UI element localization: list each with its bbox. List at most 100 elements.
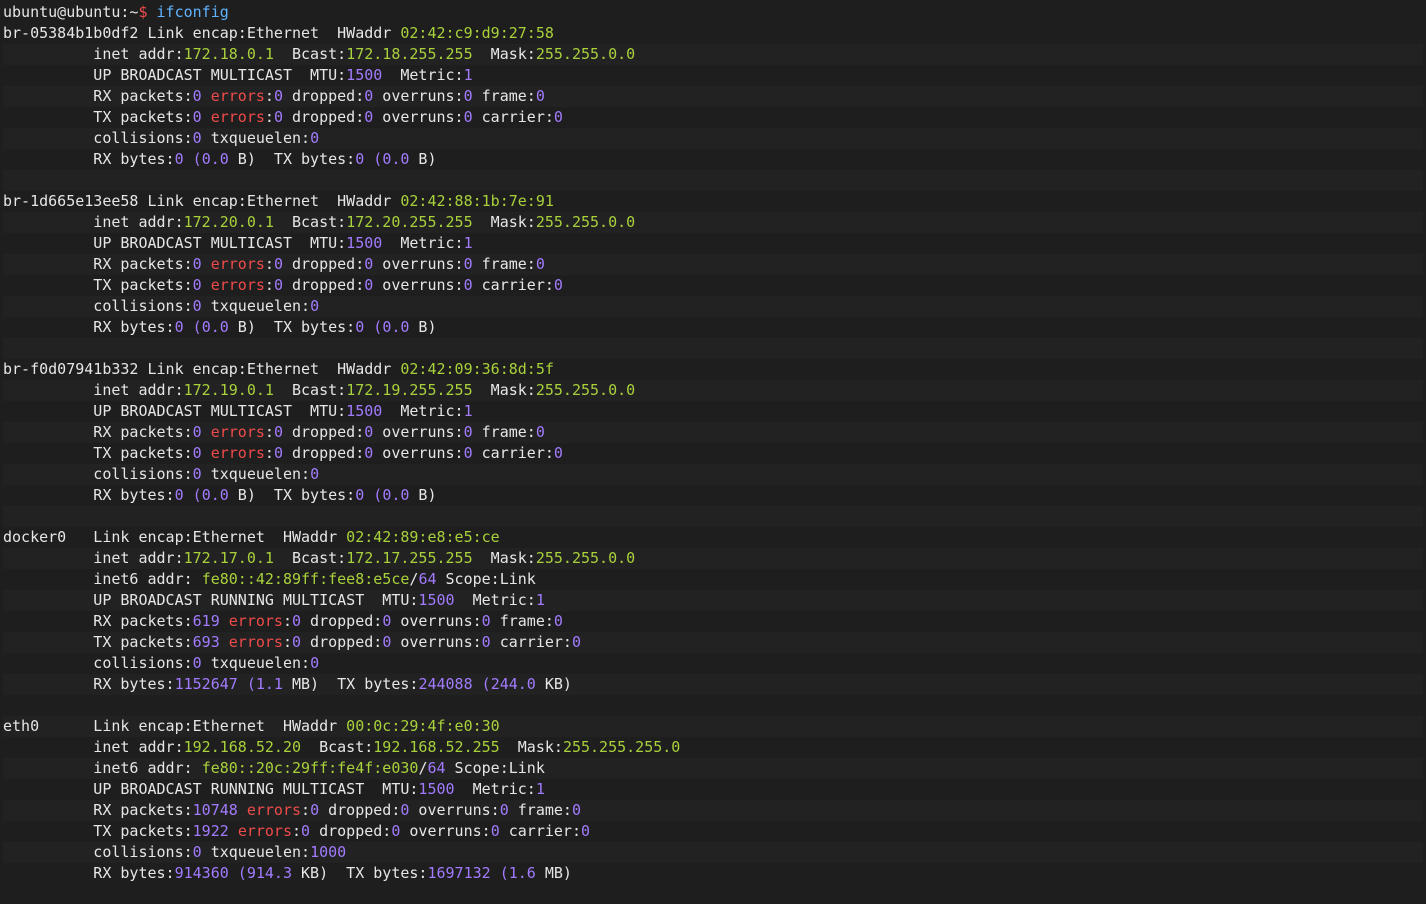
field-label: eth0 Link encap:Ethernet HWaddr — [3, 717, 347, 735]
field-label: inet6 addr: — [3, 759, 202, 777]
numeric-value: 0 — [535, 255, 545, 273]
field-label: : — [292, 822, 302, 840]
field-label: Metric: — [382, 402, 464, 420]
numeric-value: ( — [183, 150, 202, 168]
numeric-value: 0 — [364, 444, 374, 462]
field-label: carrier: — [472, 276, 554, 294]
output-line: collisions:0 txqueuelen:0 — [3, 128, 1423, 149]
field-label — [238, 801, 247, 819]
numeric-value: 0 — [192, 276, 202, 294]
field-label: Mask: — [472, 549, 536, 567]
field-label: docker0 Link encap:Ethernet HWaddr — [3, 528, 347, 546]
field-label: Scope:Link — [436, 570, 536, 588]
numeric-value: ( — [472, 675, 491, 693]
numeric-value: 0 — [355, 150, 365, 168]
output-line: collisions:0 txqueuelen:0 — [3, 653, 1423, 674]
address-value: 172.19.0.1 — [183, 381, 274, 399]
numeric-value: 1000 — [310, 843, 347, 861]
numeric-value: 0.0 — [382, 318, 410, 336]
numeric-value: 0 — [273, 276, 283, 294]
errors-label: errors — [228, 633, 283, 651]
numeric-value: 0 — [481, 633, 491, 651]
field-label: overruns: — [373, 423, 464, 441]
field-label: : — [301, 801, 311, 819]
numeric-value: 0 — [571, 801, 581, 819]
output-line: RX bytes:0 (0.0 B) TX bytes:0 (0.0 B) — [3, 317, 1423, 338]
numeric-value: 244.0 — [490, 675, 536, 693]
numeric-value: 0 — [192, 129, 202, 147]
numeric-value: 693 — [192, 633, 220, 651]
field-label: Bcast: — [273, 549, 347, 567]
numeric-value: 0 — [192, 108, 202, 126]
field-label: : — [264, 444, 274, 462]
prompt-line: ubuntu@ubuntu:~$ ifconfig — [3, 2, 1423, 23]
field-label — [202, 423, 211, 441]
numeric-value: 0 — [463, 255, 473, 273]
field-label — [202, 255, 211, 273]
terminal-window[interactable]: ubuntu@ubuntu:~$ ifconfig br-05384b1b0df… — [3, 2, 1423, 902]
field-label: Metric: — [382, 234, 464, 252]
output-line — [3, 695, 1423, 716]
errors-label: errors — [210, 423, 265, 441]
numeric-value: 0 — [192, 465, 202, 483]
field-label: Bcast: — [301, 738, 374, 756]
field-label — [202, 276, 211, 294]
output-line: inet addr:172.19.0.1 Bcast:172.19.255.25… — [3, 380, 1423, 401]
address-value: 192.168.52.255 — [373, 738, 500, 756]
field-label: Bcast: — [273, 213, 347, 231]
numeric-value: 0 — [553, 108, 563, 126]
field-label: overruns: — [391, 612, 482, 630]
field-label: Mask: — [472, 45, 536, 63]
field-label — [202, 444, 211, 462]
address-value: 192.168.52.20 — [183, 738, 302, 756]
field-label: txqueuelen: — [201, 654, 311, 672]
field-label: carrier: — [472, 444, 554, 462]
output-line: UP BROADCAST MULTICAST MTU:1500 Metric:1 — [3, 401, 1423, 422]
field-label: : — [282, 633, 292, 651]
numeric-value: 1 — [535, 591, 545, 609]
output-line: UP BROADCAST RUNNING MULTICAST MTU:1500 … — [3, 779, 1423, 800]
field-label: dropped: — [319, 801, 401, 819]
output-line: inet addr:192.168.52.20 Bcast:192.168.52… — [3, 737, 1423, 758]
field-label: Metric: — [382, 66, 464, 84]
output-line: docker0 Link encap:Ethernet HWaddr 02:42… — [3, 527, 1423, 548]
field-label: br-f0d07941b332 Link encap:Ethernet HWad… — [3, 360, 401, 378]
field-label: : — [264, 276, 274, 294]
numeric-value: 0 — [310, 129, 320, 147]
address-value: 172.17.255.255 — [346, 549, 473, 567]
address-value: 02:42:89:e8:e5:ce — [346, 528, 500, 546]
numeric-value: 0 — [364, 108, 374, 126]
field-label: inet6 addr: — [3, 570, 202, 588]
numeric-value: 1500 — [346, 234, 383, 252]
numeric-value: 0.0 — [201, 486, 229, 504]
numeric-value: 1500 — [418, 591, 455, 609]
field-label: : — [264, 255, 274, 273]
field-label: B) TX bytes: — [228, 318, 356, 336]
field-label: B) — [409, 318, 437, 336]
field-label: txqueuelen: — [201, 129, 311, 147]
numeric-value: ( — [364, 318, 383, 336]
field-label: : — [264, 423, 274, 441]
numeric-value: ( — [490, 864, 509, 882]
address-value: 172.18.0.1 — [183, 45, 274, 63]
numeric-value: 0 — [481, 612, 491, 630]
prompt-symbol: $ — [138, 3, 148, 21]
numeric-value: 0 — [192, 843, 202, 861]
address-value: 255.255.0.0 — [535, 381, 636, 399]
field-label: MB) TX bytes: — [282, 675, 419, 693]
field-label — [202, 87, 211, 105]
output-line: RX packets:10748 errors:0 dropped:0 over… — [3, 800, 1423, 821]
field-label: B) TX bytes: — [228, 486, 356, 504]
numeric-value: 0 — [301, 822, 311, 840]
output-line: RX bytes:0 (0.0 B) TX bytes:0 (0.0 B) — [3, 149, 1423, 170]
numeric-value: 0 — [490, 822, 500, 840]
field-label: : — [282, 612, 292, 630]
output-line: RX packets:0 errors:0 dropped:0 overruns… — [3, 254, 1423, 275]
numeric-value: 1 — [463, 66, 473, 84]
field-label: overruns: — [373, 108, 464, 126]
field-label: txqueuelen: — [201, 465, 311, 483]
numeric-value: 0 — [174, 486, 184, 504]
field-label: txqueuelen: — [201, 843, 311, 861]
numeric-value: 0 — [499, 801, 509, 819]
